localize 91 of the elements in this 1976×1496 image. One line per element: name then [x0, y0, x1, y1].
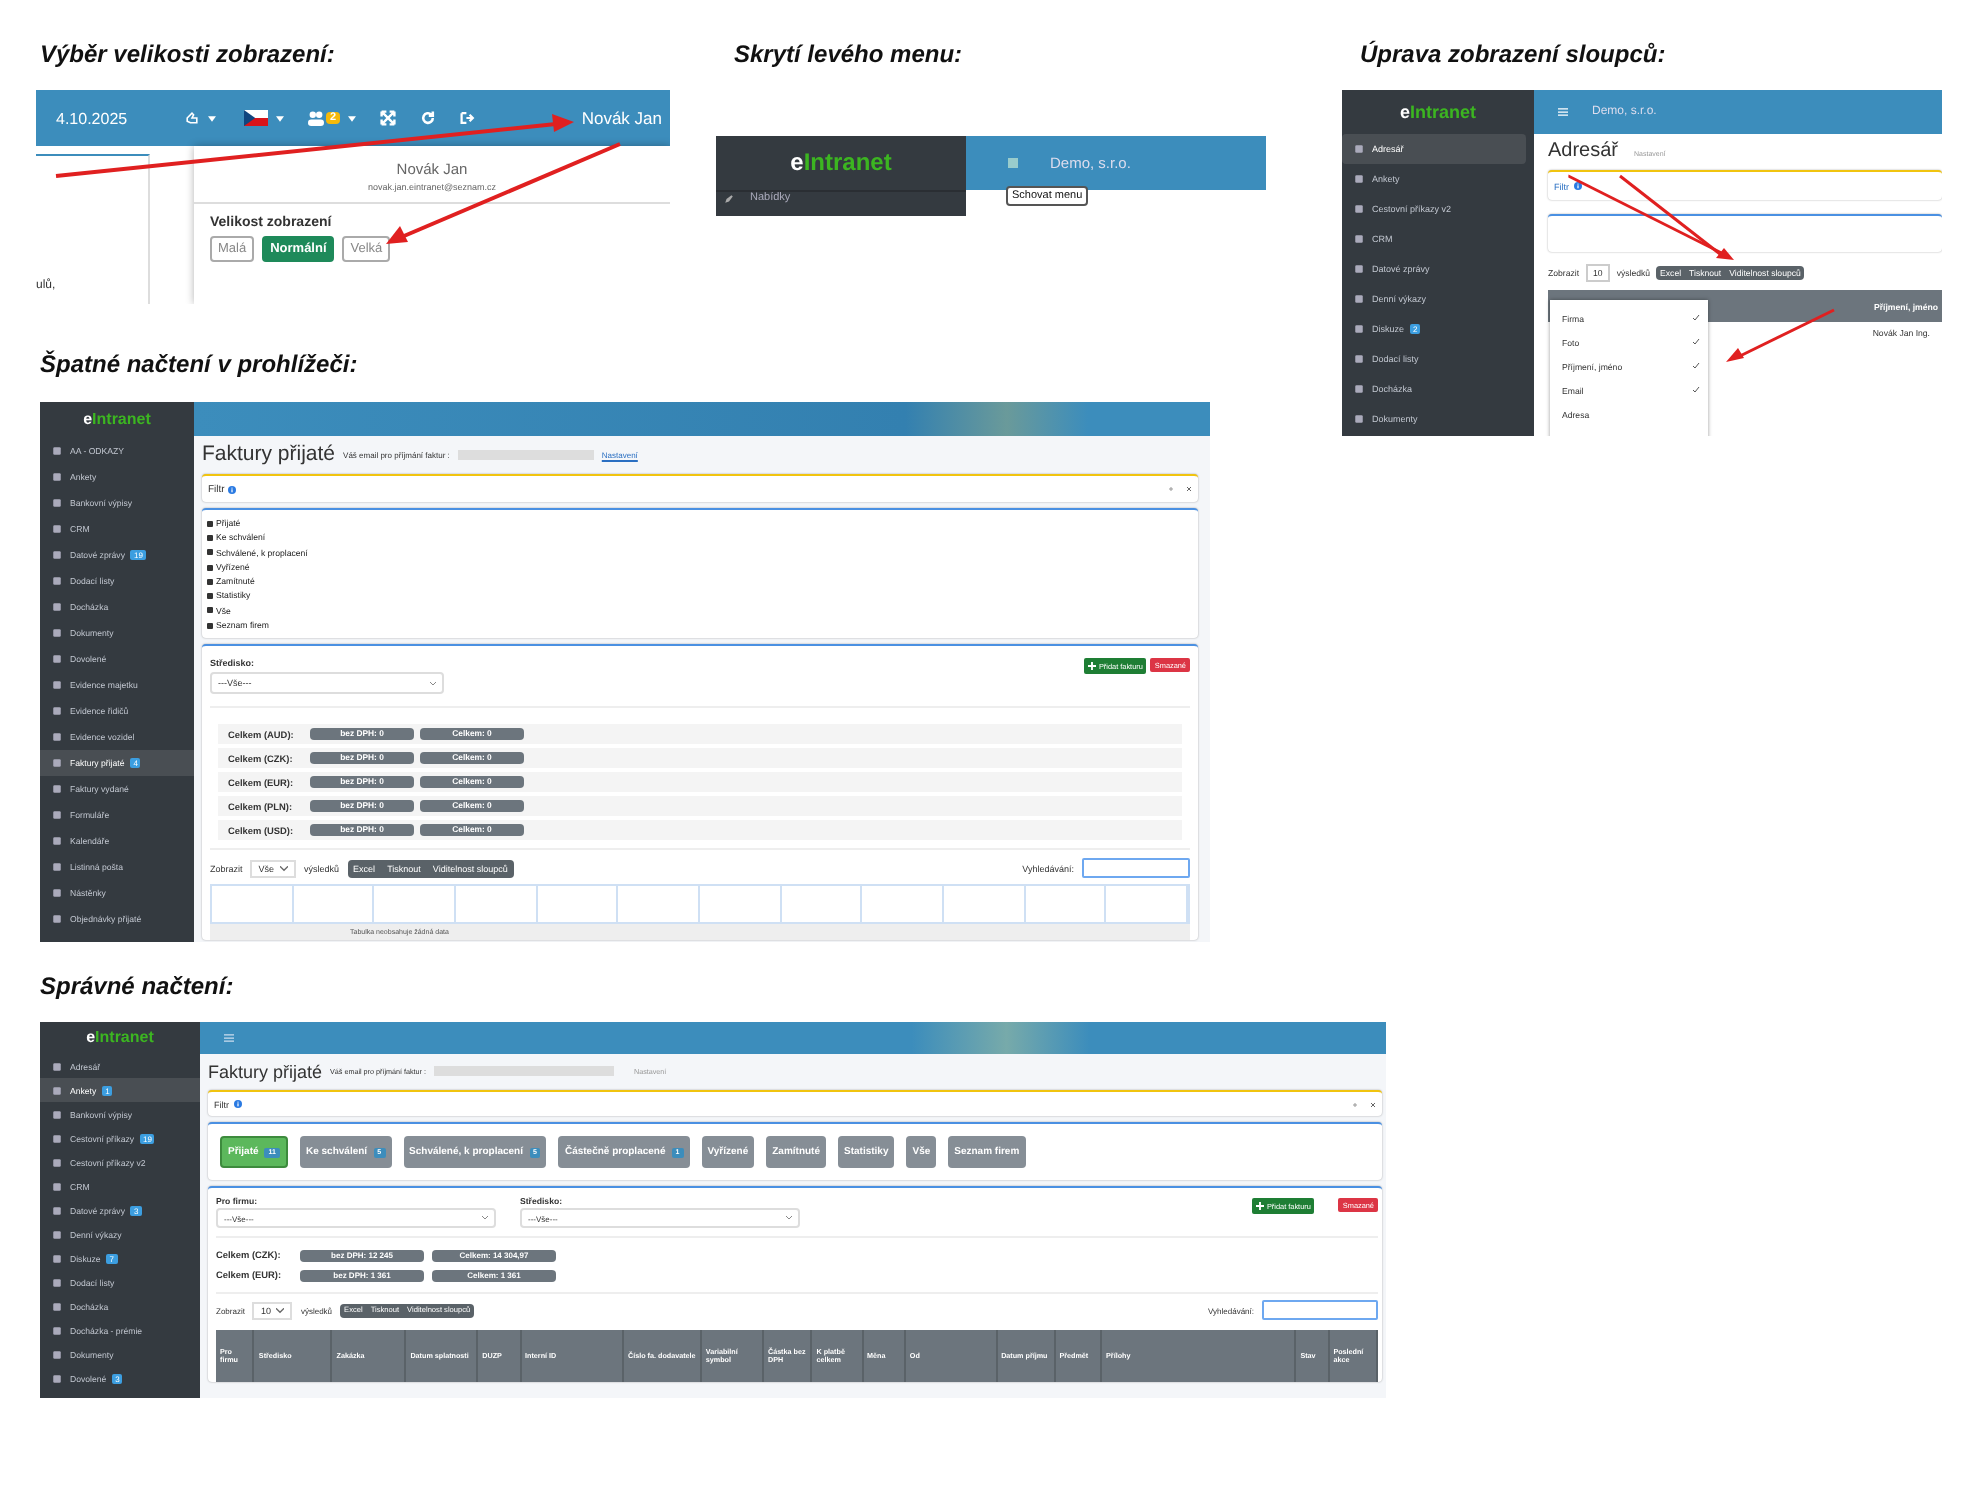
page-title: Adresář — [1548, 140, 1619, 162]
search-field[interactable] — [1082, 858, 1190, 879]
square-icon — [52, 862, 62, 872]
menu-icon[interactable] — [224, 1034, 234, 1042]
section-title: Skrytí levého menu: — [732, 40, 965, 68]
info-icon — [228, 485, 237, 493]
square-icon — [1354, 174, 1364, 184]
square-icon — [206, 621, 214, 630]
square-icon — [52, 784, 62, 794]
people-icon[interactable] — [308, 110, 324, 126]
arrow — [1726, 308, 1835, 362]
caret-icon[interactable] — [276, 115, 284, 121]
close-icon[interactable] — [1370, 1101, 1376, 1107]
plus-icon — [1088, 661, 1097, 670]
square-icon — [52, 1181, 62, 1191]
square-icon — [52, 888, 62, 898]
square-icon — [52, 524, 62, 534]
menu-toggle-button[interactable] — [1008, 158, 1018, 168]
plus-icon[interactable] — [1352, 1101, 1358, 1107]
square-icon — [1354, 324, 1364, 334]
square-icon — [52, 810, 62, 820]
square-icon — [52, 1373, 62, 1383]
logo: eIntranet — [1397, 100, 1479, 126]
logo: eIntranet — [84, 1026, 156, 1050]
page-title: Faktury přijaté — [202, 442, 336, 466]
square-icon — [52, 550, 62, 560]
square-icon — [52, 1229, 62, 1239]
square-icon — [52, 498, 62, 508]
square-icon — [52, 1349, 62, 1359]
plus-icon[interactable] — [1168, 486, 1174, 492]
square-icon — [1354, 204, 1364, 214]
square-icon — [1354, 414, 1364, 424]
square-icon — [52, 472, 62, 482]
square-icon — [206, 548, 214, 557]
square-icon — [1354, 354, 1364, 364]
section-title: Správné načtení: — [40, 972, 236, 1000]
logo: eIntranet — [81, 408, 153, 432]
square-icon — [1354, 294, 1364, 304]
plus-icon — [1256, 1201, 1265, 1209]
square-icon — [52, 602, 62, 612]
square-icon — [52, 758, 62, 768]
square-icon — [52, 446, 62, 456]
info-icon — [233, 1100, 241, 1108]
redacted-field — [457, 449, 594, 459]
refresh-icon[interactable] — [420, 110, 437, 126]
square-icon — [1354, 234, 1364, 244]
square-icon — [52, 1277, 62, 1287]
date-text: 4.10.2025 — [56, 109, 130, 127]
square-icon — [206, 592, 214, 601]
caret-icon[interactable] — [208, 115, 216, 121]
square-icon — [52, 732, 62, 742]
square-icon — [1354, 384, 1364, 394]
user-menu[interactable]: Novák Jan — [581, 108, 662, 128]
square-icon — [52, 1325, 62, 1335]
expand-icon[interactable] — [380, 110, 397, 126]
chevron-icon — [276, 1307, 285, 1313]
section-title: Špatné načtení v prohlížeči: — [40, 350, 360, 378]
hand-icon[interactable] — [184, 110, 200, 126]
edit-icon — [724, 193, 734, 203]
square-icon — [52, 1109, 62, 1119]
flag-icon[interactable] — [244, 110, 268, 126]
square-icon — [52, 1061, 62, 1071]
square-icon — [206, 577, 214, 586]
logout-icon[interactable] — [460, 110, 477, 126]
square-icon — [52, 914, 62, 924]
square-icon — [206, 533, 214, 542]
square-icon — [206, 563, 214, 572]
square-icon — [52, 654, 62, 664]
caret-icon[interactable] — [348, 115, 357, 121]
square-icon — [52, 628, 62, 638]
square-icon — [52, 706, 62, 716]
square-icon — [52, 1301, 62, 1311]
square-icon — [206, 606, 214, 615]
square-icon — [52, 576, 62, 586]
square-icon — [52, 1085, 62, 1095]
square-icon — [206, 519, 214, 528]
square-icon — [52, 1253, 62, 1263]
chevron-icon — [280, 865, 289, 872]
square-icon — [52, 1133, 62, 1143]
square-icon — [52, 836, 62, 846]
square-icon — [52, 1205, 62, 1215]
search-field[interactable] — [1262, 1300, 1378, 1320]
square-icon — [52, 1157, 62, 1167]
square-icon — [1354, 264, 1364, 274]
info-icon — [1573, 182, 1581, 190]
section-title: Úprava zobrazení sloupců: — [1358, 40, 1668, 68]
square-icon — [1354, 144, 1364, 154]
square-icon — [52, 680, 62, 690]
section-title: Výběr velikosti zobrazení: — [38, 40, 337, 68]
close-icon[interactable] — [1186, 486, 1192, 492]
page-title: Faktury přijaté — [208, 1061, 323, 1081]
